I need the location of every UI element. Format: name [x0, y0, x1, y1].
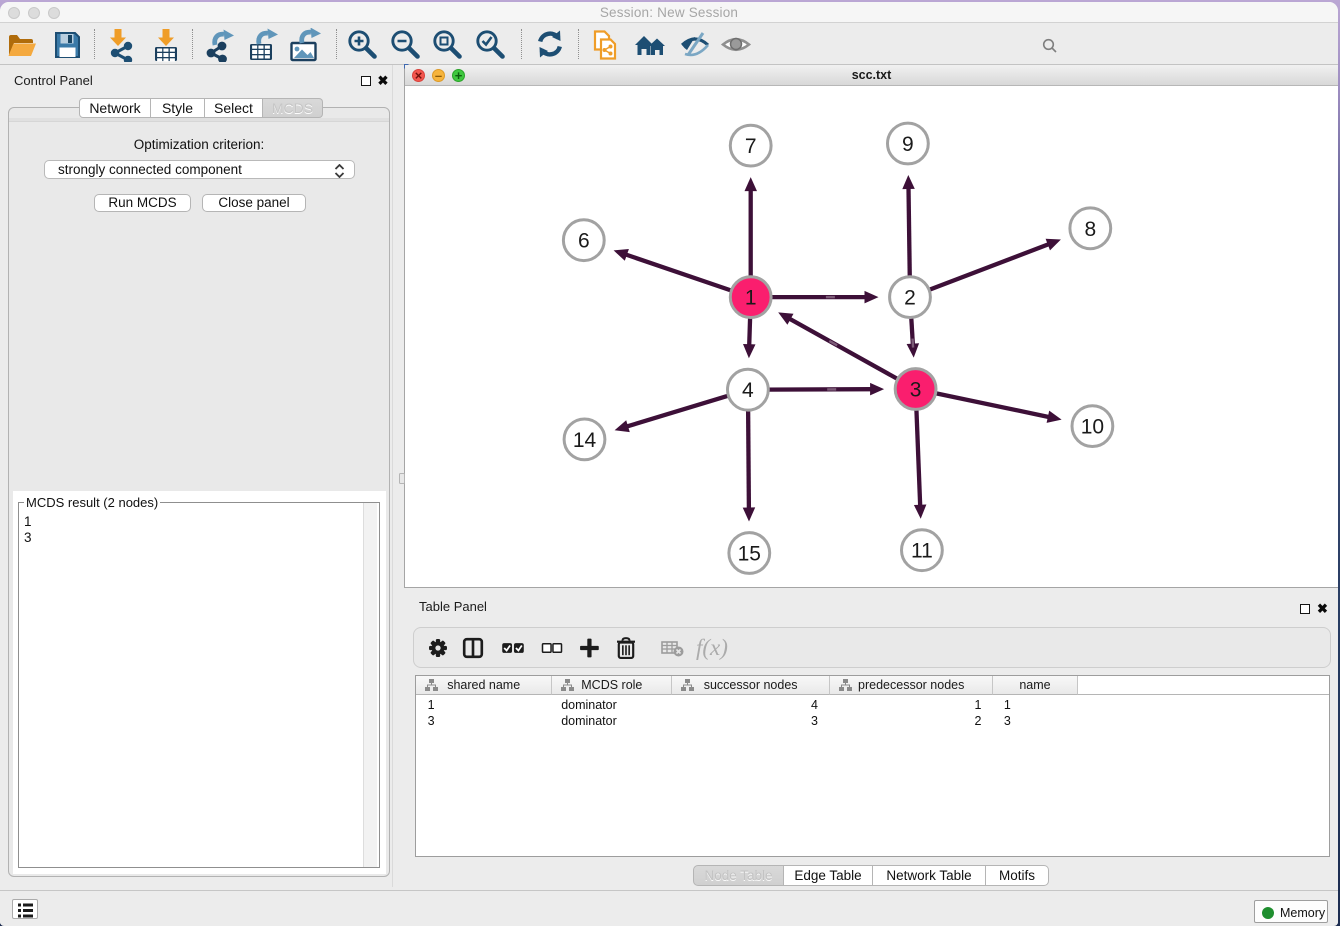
svg-text:f(x): f(x) — [696, 635, 728, 660]
svg-text:3: 3 — [910, 379, 922, 402]
svg-text:10: 10 — [1081, 416, 1104, 439]
svg-text:4: 4 — [742, 379, 754, 402]
svg-text:9: 9 — [902, 133, 914, 156]
svg-text:15: 15 — [738, 543, 761, 566]
svg-text:11: 11 — [911, 540, 933, 563]
svg-text:8: 8 — [1084, 218, 1096, 241]
svg-text:14: 14 — [573, 429, 597, 452]
svg-text:2: 2 — [904, 287, 916, 310]
svg-text:1: 1 — [745, 287, 757, 310]
svg-text:6: 6 — [578, 230, 590, 253]
svg-text:7: 7 — [745, 135, 757, 158]
